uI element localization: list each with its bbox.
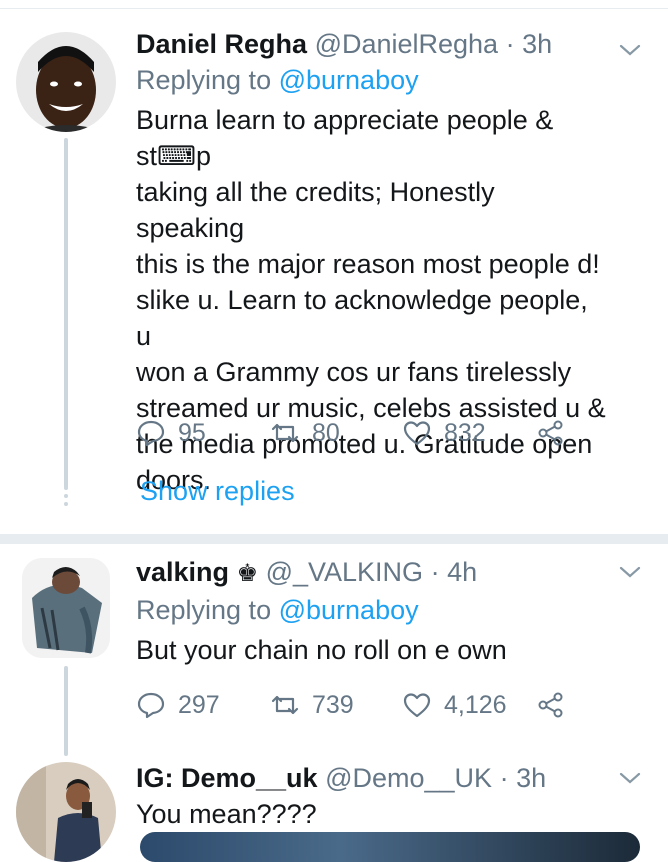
like-count: 832 — [444, 418, 486, 447]
separator-dot: · — [499, 763, 509, 793]
show-replies-link[interactable]: Show replies — [140, 476, 295, 507]
share-button[interactable] — [536, 418, 578, 448]
text-line: won a Grammy cos ur fans tirelessly — [136, 357, 572, 387]
avatar-image — [16, 762, 116, 862]
text-line: Burna learn to appreciate people & st⌨p — [136, 105, 554, 171]
tweet-text: But your chain no roll on e own — [136, 632, 608, 668]
tweet-header: IG: Demo__uk @Demo__UK · 3h — [136, 760, 608, 796]
reply-count: 95 — [178, 418, 206, 447]
chevron-down-icon[interactable] — [618, 564, 642, 580]
user-handle[interactable]: @Demo__UK — [325, 763, 492, 793]
display-name[interactable]: valking — [136, 557, 229, 587]
reply-icon — [137, 692, 165, 719]
like-count: 4,126 — [444, 690, 507, 719]
thread-more-dots — [62, 486, 70, 510]
thread-line — [64, 666, 68, 756]
tweet-header: Daniel Regha @DanielRegha · 3h — [136, 26, 608, 62]
heart-icon — [403, 693, 431, 718]
reply-button[interactable]: 297 — [136, 690, 270, 720]
mention-link[interactable]: @burnaboy — [279, 65, 419, 95]
separator-dot: · — [505, 29, 515, 59]
replying-to: Replying to @burnaboy — [136, 592, 608, 628]
replying-to-label: Replying to — [136, 65, 272, 95]
text-line: this is the major reason most people d! — [136, 249, 600, 279]
reply-icon — [137, 420, 165, 447]
display-name[interactable]: Daniel Regha — [136, 29, 307, 59]
like-button[interactable]: 832 — [402, 418, 536, 448]
tweet-text: You mean???? — [136, 796, 608, 832]
tweet-valking[interactable]: valking ♚ @_VALKING · 4h Replying to @bu… — [0, 544, 668, 756]
thread-line — [64, 138, 68, 488]
like-button[interactable]: 4,126 — [402, 690, 536, 720]
mention-link[interactable]: @burnaboy — [279, 595, 419, 625]
chevron-down-icon[interactable] — [618, 770, 642, 786]
retweet-button[interactable]: 80 — [270, 418, 402, 448]
tweet-header: valking ♚ @_VALKING · 4h — [136, 554, 608, 592]
user-handle[interactable]: @_VALKING — [266, 557, 423, 587]
avatar[interactable] — [16, 32, 116, 132]
avatar-image — [16, 32, 116, 132]
timestamp[interactable]: 4h — [447, 557, 477, 587]
heart-icon — [403, 421, 431, 446]
chevron-down-icon[interactable] — [618, 42, 642, 58]
display-name[interactable]: IG: Demo__uk — [136, 763, 318, 793]
user-handle[interactable]: @DanielRegha — [315, 29, 499, 59]
retweet-icon — [271, 695, 299, 715]
text-line: taking all the credits; Honestly speakin… — [136, 177, 495, 243]
timestamp[interactable]: 3h — [522, 29, 552, 59]
media-preview[interactable] — [140, 832, 640, 862]
text-line: You mean???? — [136, 799, 317, 829]
retweet-icon — [271, 423, 299, 443]
reply-button[interactable]: 95 — [136, 418, 270, 448]
retweet-count: 80 — [312, 418, 340, 447]
separator-dot: · — [430, 557, 440, 587]
replying-to-label: Replying to — [136, 595, 272, 625]
tweet-daniel-regha[interactable]: Daniel Regha @DanielRegha · 3h Replying … — [0, 10, 668, 535]
text-line: slike u. Learn to acknowledge people, u — [136, 285, 588, 351]
section-divider — [0, 534, 668, 544]
replying-to: Replying to @burnaboy — [136, 62, 608, 98]
reply-count: 297 — [178, 690, 220, 719]
timestamp[interactable]: 3h — [516, 763, 546, 793]
crown-badge-icon: ♚ — [236, 560, 259, 587]
retweet-button[interactable]: 739 — [270, 690, 402, 720]
tweet-actions: 297 739 4,126 — [136, 690, 578, 720]
share-button[interactable] — [536, 690, 578, 720]
share-icon — [538, 420, 563, 446]
avatar[interactable] — [22, 558, 110, 658]
avatar[interactable] — [16, 762, 116, 862]
tweet-actions: 95 80 832 — [136, 418, 578, 448]
top-divider — [0, 8, 668, 9]
avatar-image — [22, 558, 110, 658]
retweet-count: 739 — [312, 690, 354, 719]
text-line: But your chain no roll on e own — [136, 635, 507, 665]
share-icon — [538, 692, 563, 718]
